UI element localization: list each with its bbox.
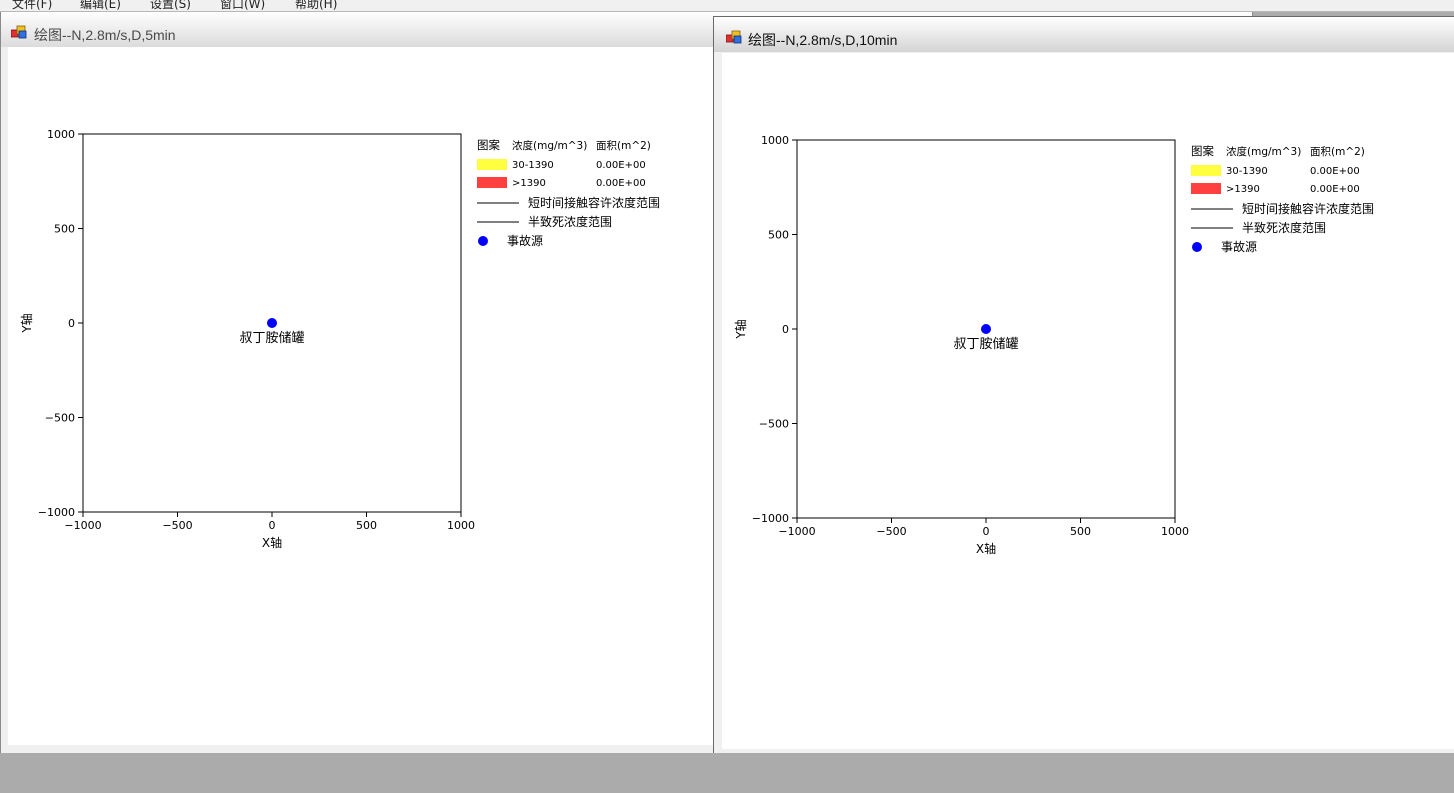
x-tick-label: 1000 — [447, 519, 475, 532]
x-tick-label: −500 — [162, 519, 192, 532]
legend-header-concentration: 浓度(mg/m^3) — [1226, 145, 1301, 158]
legend-header-concentration: 浓度(mg/m^3) — [512, 139, 587, 152]
y-tick-label: 1000 — [47, 128, 75, 141]
menu-edit[interactable]: 编辑(E) — [80, 0, 121, 11]
plot-area: −1000 −500 0 500 1000 −1000 −500 0 500 1000 X轴 Y轴叔丁… — [722, 53, 1454, 749]
app-window-icon — [11, 25, 27, 39]
x-tick-label: −1000 — [778, 525, 815, 538]
legend-line-label: 短时间接触容许浓度范围 — [528, 195, 660, 210]
legend-line-label: 半致死浓度范围 — [528, 214, 612, 229]
legend-area: 0.00E+00 — [1310, 166, 1360, 177]
y-tick-label: 0 — [68, 317, 75, 330]
x-tick-label: 500 — [356, 519, 377, 532]
x-tick-label: −1000 — [64, 519, 101, 532]
legend-dot-label: 事故源 — [1221, 239, 1257, 254]
y-tick-label: 0 — [782, 323, 789, 336]
contour-chart: −1000 −500 0 500 1000 −1000 −500 0 500 1000 X轴 Y轴叔丁… — [19, 128, 660, 550]
y-tick-label: 500 — [54, 223, 75, 236]
accident-source-point — [267, 318, 277, 328]
window-title: 绘图--N,2.8m/s,D,5min — [34, 27, 176, 43]
legend-dot — [1192, 242, 1202, 252]
y-tick-label: −500 — [45, 412, 75, 425]
legend-range: 30-1390 — [1226, 166, 1268, 177]
app-window-icon — [726, 30, 742, 44]
legend-dot-label: 事故源 — [507, 233, 543, 248]
y-axis-label: Y轴 — [19, 313, 34, 333]
legend-range: >1390 — [512, 178, 546, 189]
x-axis-label: X轴 — [262, 535, 282, 550]
mdi-bottom-strip — [0, 753, 1454, 793]
plot-window-10min[interactable]: 绘图--N,2.8m/s,D,10min −1000 −500 0 500 1000 −1… — [713, 16, 1454, 759]
point-label: 叔丁胺储罐 — [953, 337, 1018, 352]
legend-header-pattern: 图案 — [1191, 144, 1214, 158]
window-title: 绘图--N,2.8m/s,D,10min — [748, 32, 898, 48]
legend-area: 0.00E+00 — [1310, 184, 1360, 195]
legend-swatch — [477, 159, 507, 170]
contour-chart: −1000 −500 0 500 1000 −1000 −500 0 500 1000 X轴 Y轴叔丁… — [733, 134, 1374, 556]
y-axis-label: Y轴 — [733, 319, 748, 339]
x-tick-label: 1000 — [1161, 525, 1189, 538]
legend-area: 0.00E+00 — [596, 178, 646, 189]
y-tick-label: 500 — [768, 229, 789, 242]
legend-swatch — [1191, 183, 1221, 194]
x-tick-label: 0 — [983, 525, 990, 538]
x-tick-label: 0 — [269, 519, 276, 532]
app-menubar: 文件(F) 编辑(E) 设置(S) 窗口(W) 帮助(H) — [0, 0, 1454, 12]
x-axis-label: X轴 — [976, 541, 996, 556]
y-tick-label: 1000 — [761, 134, 789, 147]
menu-file[interactable]: 文件(F) — [12, 0, 52, 11]
menu-window[interactable]: 窗口(W) — [220, 0, 265, 11]
x-tick-label: 500 — [1070, 525, 1091, 538]
legend-header-area: 面积(m^2) — [1310, 146, 1365, 158]
menu-help[interactable]: 帮助(H) — [295, 0, 337, 11]
x-tick-label: −500 — [876, 525, 906, 538]
menu-settings[interactable]: 设置(S) — [150, 0, 191, 11]
legend-area: 0.00E+00 — [596, 160, 646, 171]
legend-range: >1390 — [1226, 184, 1260, 195]
accident-source-point — [981, 324, 991, 334]
legend-dot — [478, 236, 488, 246]
legend-line-label: 半致死浓度范围 — [1242, 220, 1326, 235]
legend-swatch — [1191, 165, 1221, 176]
y-tick-label: −1000 — [752, 512, 789, 525]
legend-swatch — [477, 177, 507, 188]
point-label: 叔丁胺储罐 — [239, 331, 304, 346]
legend-header-area: 面积(m^2) — [596, 140, 651, 152]
window-titlebar[interactable]: 绘图--N,2.8m/s,D,10min — [714, 17, 1454, 52]
legend-header-pattern: 图案 — [477, 138, 500, 152]
y-tick-label: −500 — [759, 418, 789, 431]
y-tick-label: −1000 — [38, 506, 75, 519]
legend-line-label: 短时间接触容许浓度范围 — [1242, 201, 1374, 216]
legend-range: 30-1390 — [512, 160, 554, 171]
